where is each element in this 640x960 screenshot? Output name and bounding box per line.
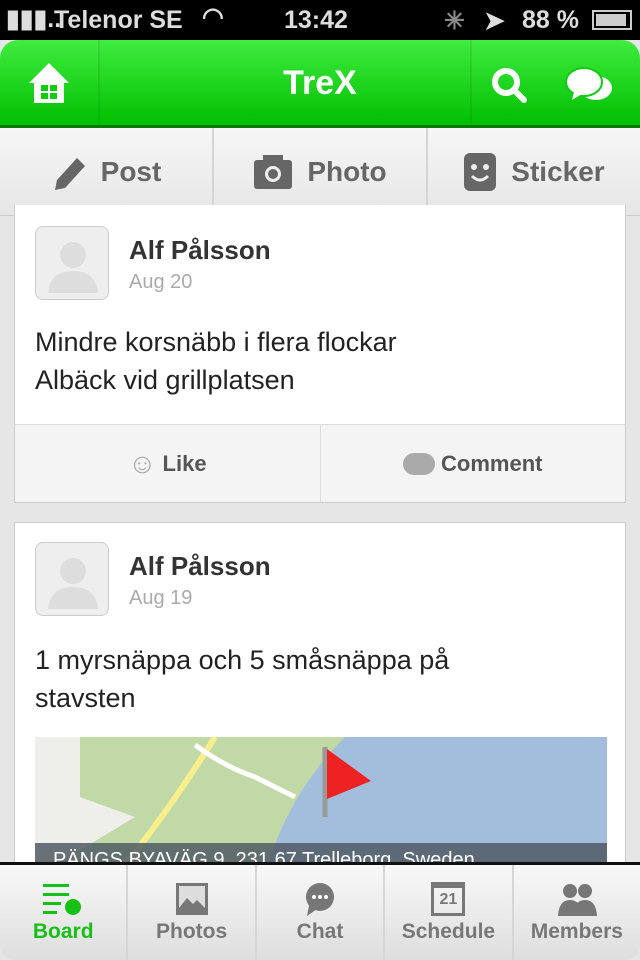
post-actions: ☺ Like Comment bbox=[15, 424, 625, 502]
chat-bubbles-icon bbox=[565, 67, 612, 100]
comment-icon bbox=[403, 452, 436, 475]
search-button[interactable] bbox=[484, 60, 540, 110]
post-date: Aug 20 bbox=[129, 271, 193, 293]
post-card: Alf Pålsson Aug 19 1 myrsnäppa och 5 små… bbox=[14, 522, 626, 882]
sticker-label: Sticker bbox=[511, 155, 605, 187]
tab-label: Chat bbox=[296, 920, 344, 943]
post-date: Aug 19 bbox=[129, 587, 193, 609]
tab-members[interactable]: Members bbox=[514, 865, 640, 960]
activity-icon: ✳ bbox=[444, 7, 465, 35]
tab-chat[interactable]: Chat bbox=[257, 865, 386, 960]
tab-bar: Board Photos Chat 21 Schedule Members bbox=[0, 862, 640, 960]
post-line: stavsten bbox=[35, 683, 136, 713]
user-silhouette-icon bbox=[48, 558, 98, 609]
chat-bubbles-button[interactable] bbox=[560, 60, 620, 110]
page-title: TreX bbox=[283, 64, 357, 102]
status-bar: ▮▮▮.. Telenor SE ◠ 13:42 ✳ ➤ 88 % bbox=[0, 0, 640, 40]
sticker-button[interactable]: Sticker bbox=[428, 128, 640, 215]
post-label: Post bbox=[100, 155, 162, 187]
avatar[interactable] bbox=[35, 542, 109, 616]
post-toolbar: Post Photo Sticker bbox=[0, 128, 640, 216]
author-name[interactable]: Alf Pålsson bbox=[129, 551, 271, 582]
like-button[interactable]: ☺ Like bbox=[15, 425, 321, 502]
like-label: Like bbox=[162, 450, 207, 476]
user-silhouette-icon bbox=[48, 242, 98, 293]
location-map[interactable]: PÄNGS BYAVÄG 9, 231 67 Trelleborg, Swede… bbox=[35, 737, 607, 877]
comment-label: Comment bbox=[441, 450, 543, 476]
tab-board[interactable]: Board bbox=[0, 865, 129, 960]
app-header: TreX bbox=[0, 40, 640, 128]
chat-icon bbox=[306, 883, 335, 916]
board-icon bbox=[43, 884, 82, 915]
tab-photos[interactable]: Photos bbox=[128, 865, 257, 960]
members-icon bbox=[557, 884, 597, 916]
search-icon bbox=[492, 68, 527, 103]
comment-button[interactable]: Comment bbox=[321, 425, 626, 502]
tab-label: Board bbox=[32, 920, 94, 943]
photo-label: Photo bbox=[307, 155, 387, 187]
smiley-icon: ☺ bbox=[127, 447, 157, 479]
camera-icon bbox=[254, 154, 293, 189]
carrier: Telenor SE bbox=[54, 6, 183, 34]
location-icon: ➤ bbox=[484, 7, 505, 35]
post-card: Alf Pålsson Aug 20 Mindre korsnäbb i fle… bbox=[14, 205, 626, 503]
tab-label: Schedule bbox=[401, 920, 496, 943]
pencil-icon bbox=[54, 157, 85, 190]
post-text: 1 myrsnäppa och 5 småsnäppa på stavsten bbox=[35, 641, 449, 717]
tab-schedule[interactable]: 21 Schedule bbox=[385, 865, 514, 960]
photo-button[interactable]: Photo bbox=[214, 128, 428, 215]
battery-text: 88 % bbox=[522, 6, 579, 34]
author-name[interactable]: Alf Pålsson bbox=[129, 235, 271, 266]
tab-label: Members bbox=[530, 920, 623, 943]
post-text: Mindre korsnäbb i flera flockar Albäck vi… bbox=[35, 323, 397, 399]
tab-label: Photos bbox=[156, 920, 228, 943]
wifi-icon: ◠ bbox=[202, 3, 224, 31]
image-icon bbox=[175, 883, 208, 915]
post-line: Albäck vid grillplatsen bbox=[35, 365, 295, 395]
post-line: 1 myrsnäppa och 5 småsnäppa på bbox=[35, 645, 450, 675]
smiley-icon bbox=[464, 152, 497, 191]
post-line: Mindre korsnäbb i flera flockar bbox=[35, 327, 397, 357]
post-button[interactable]: Post bbox=[0, 128, 214, 215]
signal-icon: ▮▮▮.. bbox=[6, 5, 62, 33]
calendar-icon: 21 bbox=[431, 882, 466, 916]
time: 13:42 bbox=[284, 6, 348, 34]
battery-icon bbox=[592, 10, 632, 30]
avatar[interactable] bbox=[35, 226, 109, 300]
